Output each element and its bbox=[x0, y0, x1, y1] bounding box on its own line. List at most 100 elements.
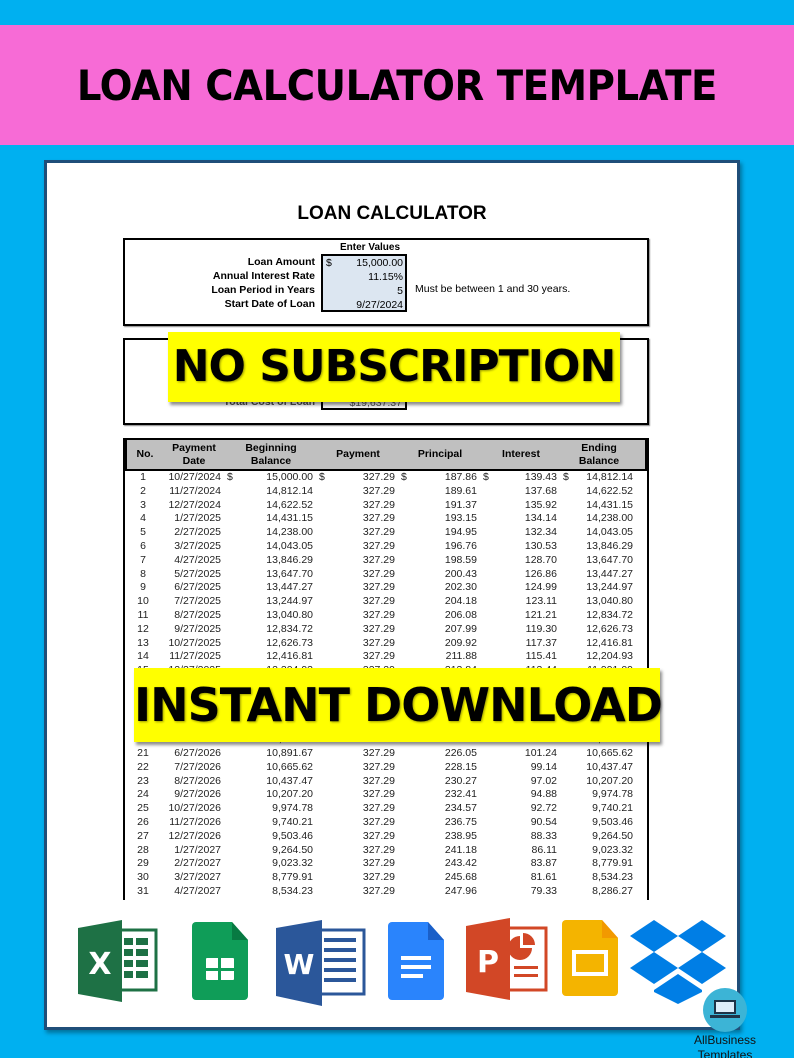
cell-ending-balance: 8,286.27 bbox=[559, 885, 635, 899]
cell-interest: 135.92 bbox=[479, 499, 559, 513]
cell-no: 26 bbox=[125, 816, 161, 830]
cell-payment-date: 7/27/2026 bbox=[161, 761, 223, 775]
powerpoint-icon: P bbox=[466, 918, 548, 1000]
cell-value: 327.29 bbox=[362, 815, 395, 828]
cell-value: 187.86 bbox=[444, 471, 477, 483]
header-col-principal: Principal bbox=[417, 448, 463, 460]
header-col-payment: Payment bbox=[336, 448, 380, 460]
cell-value: 6/27/2025 bbox=[174, 581, 221, 594]
cell-interest: 83.87 bbox=[479, 857, 559, 871]
cell-beginning-balance: 13,040.80 bbox=[223, 609, 315, 623]
cell-value: 14,622.52 bbox=[586, 484, 633, 497]
cell-value: 245.68 bbox=[444, 871, 477, 884]
cell-beginning-balance: 12,834.72 bbox=[223, 623, 315, 637]
cell-value: 7 bbox=[140, 553, 146, 566]
cell-no: 3 bbox=[125, 499, 161, 513]
start-date-field[interactable]: 9/27/2024 bbox=[323, 298, 403, 312]
banner-title: LOAN CALCULATOR TEMPLATE bbox=[76, 60, 718, 110]
cell-value: 13,647.70 bbox=[586, 553, 633, 566]
cell-interest: 130.53 bbox=[479, 540, 559, 554]
cell-value: 12,834.72 bbox=[586, 608, 633, 621]
cell-value: 99.14 bbox=[530, 760, 557, 773]
cell-value: 9,264.50 bbox=[272, 843, 313, 856]
cell-value: 11 bbox=[137, 608, 149, 621]
cell-value: 21 bbox=[137, 746, 149, 759]
cell-beginning-balance: 14,431.15 bbox=[223, 512, 315, 526]
cell-principal: 234.57 bbox=[397, 802, 479, 816]
cell-interest: 101.24 bbox=[479, 747, 559, 761]
cell-value: 132.34 bbox=[524, 526, 557, 539]
cell-value: 115.41 bbox=[525, 650, 557, 663]
cell-beginning-balance: 10,437.47 bbox=[223, 775, 315, 789]
cell-payment: 327.29 bbox=[315, 540, 397, 554]
cell-principal: 189.61 bbox=[397, 485, 479, 499]
cell-beginning-balance: 14,812.14 bbox=[223, 485, 315, 499]
table-row: 12 9/27/2025 12,834.72 327.29 207.99 119.30 12… bbox=[125, 623, 647, 637]
cell-payment-date: 11/27/2026 bbox=[161, 816, 223, 830]
cell-no: 11 bbox=[125, 609, 161, 623]
cell-no: 1 bbox=[125, 471, 161, 485]
cell-payment-date: 3/27/2025 bbox=[161, 540, 223, 554]
interest-rate-field[interactable]: 11.15% bbox=[323, 270, 403, 284]
cell-payment-date: 8/27/2026 bbox=[161, 775, 223, 789]
cell-no: 8 bbox=[125, 568, 161, 582]
cell-interest: 134.14 bbox=[479, 512, 559, 526]
cell-value: 12,416.81 bbox=[266, 650, 313, 663]
cell-value: 81.61 bbox=[530, 871, 557, 884]
cell-value: 327.29 bbox=[362, 498, 395, 511]
cell-payment-date: 12/27/2026 bbox=[161, 830, 223, 844]
cell-value: 12/27/2024 bbox=[168, 498, 221, 511]
cell-value: 117.37 bbox=[525, 636, 557, 649]
google-sheets-icon bbox=[192, 922, 248, 1000]
cell-value: 238.95 bbox=[444, 829, 477, 842]
cell-value: 7/27/2025 bbox=[174, 595, 221, 608]
cell-no: 29 bbox=[125, 857, 161, 871]
cell-ending-balance: 9,740.21 bbox=[559, 802, 635, 816]
template-preview-card: LOAN CALCULATOR Enter Values Loan Amount… bbox=[44, 160, 756, 1058]
loan-period-hint: Must be between 1 and 30 years. bbox=[415, 283, 571, 295]
cell-value: 193.15 bbox=[444, 512, 477, 525]
cell-value: 13,447.27 bbox=[266, 581, 313, 594]
cell-payment: 327.29 bbox=[315, 568, 397, 582]
cell-value: 31 bbox=[137, 884, 149, 897]
cell-value: 90.54 bbox=[530, 815, 557, 828]
cell-value: 196.76 bbox=[444, 539, 477, 552]
cell-payment: 327.29 bbox=[315, 871, 397, 885]
cell-principal: 228.15 bbox=[397, 761, 479, 775]
loan-period-field[interactable]: 5 bbox=[323, 284, 403, 298]
cell-beginning-balance: 14,238.00 bbox=[223, 526, 315, 540]
cell-value: 10,665.62 bbox=[586, 746, 633, 759]
cell-ending-balance: 13,647.70 bbox=[559, 554, 635, 568]
cell-value: 10,207.20 bbox=[266, 788, 313, 801]
cell-value: 327.29 bbox=[362, 650, 395, 663]
cell-value: 11/27/2025 bbox=[169, 650, 221, 663]
cell-no: 4 bbox=[125, 512, 161, 526]
cell-value: 9/27/2026 bbox=[174, 788, 221, 801]
cell-principal: 243.42 bbox=[397, 857, 479, 871]
cell-value: 9,503.46 bbox=[592, 815, 633, 828]
cell-value: 8,534.23 bbox=[272, 884, 313, 897]
cell-payment-date: 10/27/2025 bbox=[161, 637, 223, 651]
cell-value: 4/27/2025 bbox=[174, 553, 221, 566]
cell-payment: 327.29 bbox=[315, 830, 397, 844]
cell-value: 3/27/2025 bbox=[174, 539, 221, 552]
cell-principal: 226.05 bbox=[397, 747, 479, 761]
cell-payment-date: 4/27/2027 bbox=[161, 885, 223, 899]
cell-value: 135.92 bbox=[524, 498, 557, 511]
cell-payment-date: 2/27/2025 bbox=[161, 526, 223, 540]
loan-amount-field[interactable]: $ 15,000.00 bbox=[323, 256, 403, 270]
cell-value: 10,437.47 bbox=[266, 774, 313, 787]
cell-no: 28 bbox=[125, 844, 161, 858]
cell-payment: 327.29 bbox=[315, 595, 397, 609]
cell-interest: 115.41 bbox=[479, 650, 559, 664]
currency-symbol: $ bbox=[326, 257, 332, 269]
cell-value: 8,779.91 bbox=[272, 871, 313, 884]
cell-interest: 81.61 bbox=[479, 871, 559, 885]
table-row: 26 11/27/2026 9,740.21 327.29 236.75 90.54 9,5… bbox=[125, 816, 647, 830]
cell-value: 139.43 bbox=[524, 471, 557, 483]
cell-no: 22 bbox=[125, 761, 161, 775]
cell-payment: 327.29 bbox=[315, 512, 397, 526]
cell-value: 327.29 bbox=[362, 595, 395, 608]
cell-no: 6 bbox=[125, 540, 161, 554]
cell-interest: 117.37 bbox=[479, 637, 559, 651]
